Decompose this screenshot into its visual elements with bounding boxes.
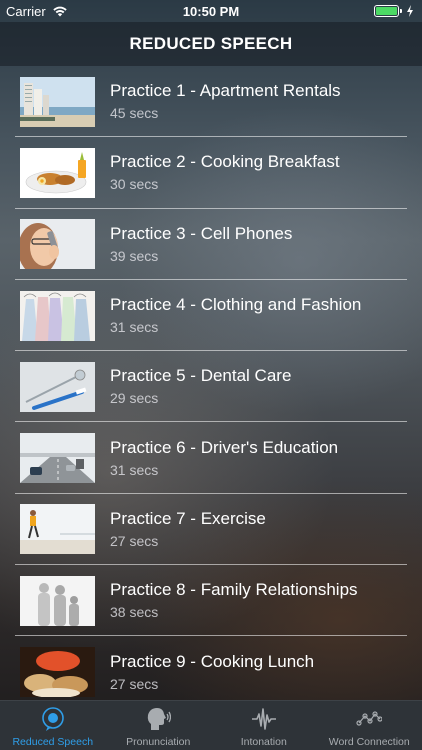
practice-row-1[interactable]: Practice 1 - Apartment Rentals 45 secs bbox=[0, 66, 422, 138]
practice-title: Practice 9 - Cooking Lunch bbox=[110, 651, 315, 671]
dental-tools-image bbox=[20, 361, 95, 412]
practice-title: Practice 8 - Family Relationships bbox=[110, 580, 358, 600]
practice-duration: 30 secs bbox=[110, 176, 159, 193]
tab-intonation[interactable]: Intonation bbox=[211, 701, 317, 750]
battery-icon bbox=[374, 5, 402, 17]
tab-label: Intonation bbox=[240, 736, 287, 748]
practice-row-4[interactable]: Practice 4 - Clothing and Fashion 31 sec… bbox=[0, 280, 422, 352]
charging-bolt-icon bbox=[407, 5, 413, 17]
practice-title: Practice 2 - Cooking Breakfast bbox=[110, 152, 340, 172]
page-title: REDUCED SPEECH bbox=[129, 34, 293, 53]
wifi-icon bbox=[53, 6, 67, 17]
tab-reduced-speech[interactable]: Reduced Speech bbox=[0, 701, 106, 750]
family-silhouette-image bbox=[20, 575, 95, 626]
practice-title: Practice 1 - Apartment Rentals bbox=[110, 81, 341, 101]
practice-title: Practice 5 - Dental Care bbox=[110, 366, 292, 386]
tab-pronunciation[interactable]: Pronunciation bbox=[106, 701, 212, 750]
speech-bubble-icon bbox=[41, 707, 64, 731]
practice-duration: 38 secs bbox=[110, 604, 159, 621]
beach-apartment-image bbox=[20, 76, 95, 127]
practice-row-6[interactable]: Practice 6 - Driver's Education 31 secs bbox=[0, 422, 422, 495]
breakfast-plate-image bbox=[20, 147, 95, 198]
speaking-head-icon bbox=[148, 708, 172, 730]
waveform-icon bbox=[251, 708, 276, 730]
status-bar: Carrier 10:50 PM bbox=[0, 0, 422, 22]
practice-row-5[interactable]: Practice 5 - Dental Care 29 secs bbox=[0, 351, 422, 423]
practice-duration: 45 secs bbox=[110, 105, 159, 122]
practice-duration: 29 secs bbox=[110, 390, 159, 407]
bread-loaves-image bbox=[20, 647, 95, 698]
clothes-on-hangers-image bbox=[20, 290, 95, 341]
tab-label: Word Connection bbox=[328, 736, 410, 748]
practice-duration: 39 secs bbox=[110, 247, 159, 264]
woman-on-phone-image bbox=[20, 219, 95, 270]
practice-duration: 31 secs bbox=[110, 461, 159, 478]
practice-row-9[interactable]: Practice 9 - Cooking Lunch 27 secs bbox=[0, 636, 422, 700]
practice-title: Practice 4 - Clothing and Fashion bbox=[110, 295, 362, 315]
carrier-label: Carrier bbox=[6, 3, 46, 19]
practice-title: Practice 3 - Cell Phones bbox=[110, 223, 293, 243]
practice-duration: 31 secs bbox=[110, 319, 159, 336]
practice-row-3[interactable]: Practice 3 - Cell Phones 39 secs bbox=[0, 209, 422, 281]
practice-duration: 27 secs bbox=[110, 675, 159, 692]
practice-row-2[interactable]: Practice 2 - Cooking Breakfast 30 secs bbox=[0, 137, 422, 209]
navigation-bar: REDUCED SPEECH bbox=[0, 22, 422, 66]
tab-label: Reduced Speech bbox=[12, 736, 94, 748]
runner-on-beach-image bbox=[20, 504, 95, 555]
practice-list[interactable]: Practice 1 - Apartment Rentals 45 secs P… bbox=[0, 66, 422, 700]
connected-dots-icon bbox=[356, 711, 383, 726]
practice-title: Practice 6 - Driver's Education bbox=[110, 437, 339, 457]
practice-row-8[interactable]: Practice 8 - Family Relationships 38 sec… bbox=[0, 565, 422, 637]
practice-title: Practice 7 - Exercise bbox=[110, 508, 266, 528]
practice-row-7[interactable]: Practice 7 - Exercise 27 secs bbox=[0, 494, 422, 566]
tab-word-connection[interactable]: Word Connection bbox=[317, 701, 422, 750]
highway-traffic-image bbox=[20, 433, 95, 484]
practice-duration: 27 secs bbox=[110, 532, 159, 549]
tab-bar: Reduced Speech Pronunciation Intonation … bbox=[0, 700, 422, 750]
tab-label: Pronunciation bbox=[126, 736, 191, 748]
